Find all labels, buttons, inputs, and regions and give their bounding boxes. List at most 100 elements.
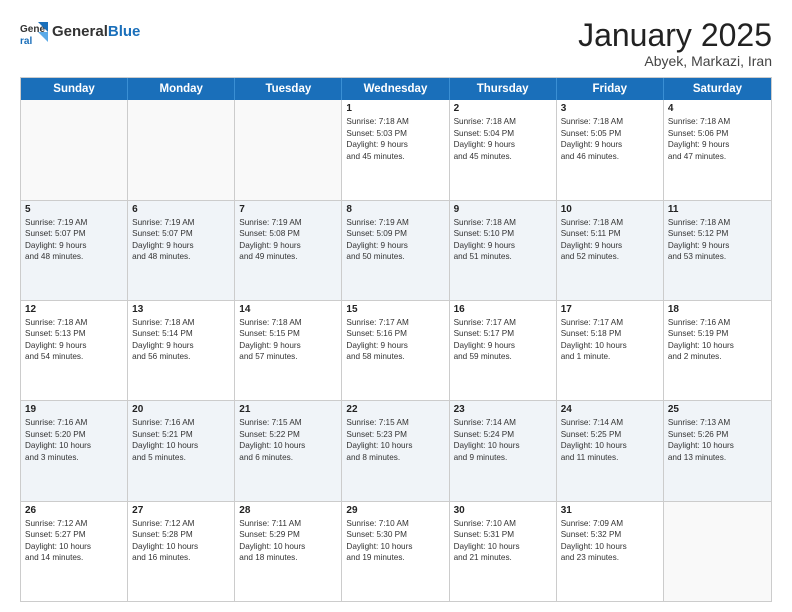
day-number: 22: [346, 404, 444, 415]
day-number: 10: [561, 204, 659, 215]
cell-info: Sunrise: 7:12 AMSunset: 5:27 PMDaylight:…: [25, 518, 123, 564]
calendar-cell: 13Sunrise: 7:18 AMSunset: 5:14 PMDayligh…: [128, 301, 235, 400]
location-subtitle: Abyek, Markazi, Iran: [578, 53, 772, 69]
cell-info: Sunrise: 7:19 AMSunset: 5:07 PMDaylight:…: [132, 217, 230, 263]
calendar-cell: 2Sunrise: 7:18 AMSunset: 5:04 PMDaylight…: [450, 100, 557, 199]
day-number: 21: [239, 404, 337, 415]
calendar-cell: 8 Sunrise: 7:19 AMSunset: 5:09 PMDaylight…: [342, 201, 449, 300]
cell-info: Sunrise: 7:10 AMSunset: 5:31 PMDaylight:…: [454, 518, 552, 564]
title-block: January 2025 Abyek, Markazi, Iran: [578, 18, 772, 69]
day-number: 14: [239, 304, 337, 315]
calendar-cell: 29Sunrise: 7:10 AMSunset: 5:30 PMDayligh…: [342, 502, 449, 601]
day-number: 27: [132, 505, 230, 516]
calendar-cell: [235, 100, 342, 199]
cell-info: Sunrise: 7:18 AMSunset: 5:12 PMDaylight:…: [668, 217, 767, 263]
cell-info: Sunrise: 7:16 AMSunset: 5:19 PMDaylight:…: [668, 317, 767, 363]
day-number: 17: [561, 304, 659, 315]
cell-info: Sunrise: 7:18 AMSunset: 5:11 PMDaylight:…: [561, 217, 659, 263]
calendar-cell: 31Sunrise: 7:09 AMSunset: 5:32 PMDayligh…: [557, 502, 664, 601]
cell-info: Sunrise: 7:17 AMSunset: 5:17 PMDaylight:…: [454, 317, 552, 363]
logo: Gene ral GeneralBlue: [20, 18, 140, 46]
day-number: 3: [561, 103, 659, 114]
logo-text: GeneralBlue: [52, 24, 140, 41]
calendar-cell: 11 Sunrise: 7:18 AMSunset: 5:12 PMDayligh…: [664, 201, 771, 300]
cell-info: Sunrise: 7:12 AMSunset: 5:28 PMDaylight:…: [132, 518, 230, 564]
calendar-cell: 14Sunrise: 7:18 AMSunset: 5:15 PMDayligh…: [235, 301, 342, 400]
calendar-cell: 22 Sunrise: 7:15 AMSunset: 5:23 PMDayligh…: [342, 401, 449, 500]
calendar-week-5: 26 Sunrise: 7:12 AMSunset: 5:27 PMDayligh…: [21, 502, 771, 601]
day-number: 24: [561, 404, 659, 415]
cell-info: Sunrise: 7:14 AMSunset: 5:24 PMDaylight:…: [454, 417, 552, 463]
day-number: 26: [25, 505, 123, 516]
cell-info: Sunrise: 7:09 AMSunset: 5:32 PMDaylight:…: [561, 518, 659, 564]
header-day-wednesday: Wednesday: [342, 78, 449, 100]
cell-info: Sunrise: 7:18 AMSunset: 5:14 PMDaylight:…: [132, 317, 230, 363]
day-number: 5: [25, 204, 123, 215]
day-number: 4: [668, 103, 767, 114]
svg-text:ral: ral: [20, 36, 32, 46]
header-day-sunday: Sunday: [21, 78, 128, 100]
calendar-cell: 12 Sunrise: 7:18 AMSunset: 5:13 PMDayligh…: [21, 301, 128, 400]
calendar-cell: 1Sunrise: 7:18 AMSunset: 5:03 PMDaylight…: [342, 100, 449, 199]
header-day-saturday: Saturday: [664, 78, 771, 100]
logo-general: General: [52, 23, 108, 40]
calendar-cell: 26 Sunrise: 7:12 AMSunset: 5:27 PMDayligh…: [21, 502, 128, 601]
cell-info: Sunrise: 7:16 AMSunset: 5:20 PMDaylight:…: [25, 417, 123, 463]
calendar-cell: 18 Sunrise: 7:16 AMSunset: 5:19 PMDayligh…: [664, 301, 771, 400]
logo-icon: Gene ral: [20, 18, 48, 46]
calendar-cell: 5Sunrise: 7:19 AMSunset: 5:07 PMDaylight…: [21, 201, 128, 300]
calendar-cell: 17 Sunrise: 7:17 AMSunset: 5:18 PMDayligh…: [557, 301, 664, 400]
day-number: 9: [454, 204, 552, 215]
cell-info: Sunrise: 7:15 AMSunset: 5:23 PMDaylight:…: [346, 417, 444, 463]
header-day-tuesday: Tuesday: [235, 78, 342, 100]
calendar-body: 1Sunrise: 7:18 AMSunset: 5:03 PMDaylight…: [21, 100, 771, 601]
calendar-cell: 15 Sunrise: 7:17 AMSunset: 5:16 PMDayligh…: [342, 301, 449, 400]
calendar-cell: 4 Sunrise: 7:18 AMSunset: 5:06 PMDaylight…: [664, 100, 771, 199]
cell-info: Sunrise: 7:18 AMSunset: 5:03 PMDaylight:…: [346, 116, 444, 162]
day-number: 28: [239, 505, 337, 516]
cell-info: Sunrise: 7:19 AMSunset: 5:08 PMDaylight:…: [239, 217, 337, 263]
calendar-week-2: 5 Sunrise: 7:19 AMSunset: 5:07 PMDaylight…: [21, 201, 771, 301]
calendar-cell: [21, 100, 128, 199]
calendar-cell: 24 Sunrise: 7:14 AMSunset: 5:25 PMDayligh…: [557, 401, 664, 500]
calendar-cell: 7 Sunrise: 7:19 AMSunset: 5:08 PMDaylight…: [235, 201, 342, 300]
day-number: 15: [346, 304, 444, 315]
logo-blue: Blue: [108, 23, 141, 40]
header: Gene ral GeneralBlue January 2025 Abyek,…: [20, 18, 772, 69]
calendar-cell: [128, 100, 235, 199]
cell-info: Sunrise: 7:17 AMSunset: 5:16 PMDaylight:…: [346, 317, 444, 363]
day-number: 20: [132, 404, 230, 415]
calendar-cell: 20 Sunrise: 7:16 AMSunset: 5:21 PMDayligh…: [128, 401, 235, 500]
day-number: 12: [25, 304, 123, 315]
calendar-cell: 30Sunrise: 7:10 AMSunset: 5:31 PMDayligh…: [450, 502, 557, 601]
calendar-cell: 21 Sunrise: 7:15 AMSunset: 5:22 PMDayligh…: [235, 401, 342, 500]
calendar-cell: 10 Sunrise: 7:18 AMSunset: 5:11 PMDayligh…: [557, 201, 664, 300]
cell-info: Sunrise: 7:16 AMSunset: 5:21 PMDaylight:…: [132, 417, 230, 463]
calendar-cell: 6Sunrise: 7:19 AMSunset: 5:07 PMDaylight…: [128, 201, 235, 300]
calendar-week-3: 12 Sunrise: 7:18 AMSunset: 5:13 PMDayligh…: [21, 301, 771, 401]
cell-info: Sunrise: 7:15 AMSunset: 5:22 PMDaylight:…: [239, 417, 337, 463]
cell-info: Sunrise: 7:14 AMSunset: 5:25 PMDaylight:…: [561, 417, 659, 463]
day-number: 29: [346, 505, 444, 516]
cell-info: Sunrise: 7:18 AMSunset: 5:06 PMDaylight:…: [668, 116, 767, 162]
calendar-cell: 9Sunrise: 7:18 AMSunset: 5:10 PMDaylight…: [450, 201, 557, 300]
day-number: 25: [668, 404, 767, 415]
day-number: 2: [454, 103, 552, 114]
day-number: 11: [668, 204, 767, 215]
header-day-friday: Friday: [557, 78, 664, 100]
page: Gene ral GeneralBlue January 2025 Abyek,…: [0, 0, 792, 612]
cell-info: Sunrise: 7:19 AMSunset: 5:09 PMDaylight:…: [346, 217, 444, 263]
calendar-cell: 27 Sunrise: 7:12 AMSunset: 5:28 PMDayligh…: [128, 502, 235, 601]
day-number: 8: [346, 204, 444, 215]
month-title: January 2025: [578, 18, 772, 53]
calendar-cell: 16Sunrise: 7:17 AMSunset: 5:17 PMDayligh…: [450, 301, 557, 400]
cell-info: Sunrise: 7:11 AMSunset: 5:29 PMDaylight:…: [239, 518, 337, 564]
calendar-week-1: 1Sunrise: 7:18 AMSunset: 5:03 PMDaylight…: [21, 100, 771, 200]
header-day-monday: Monday: [128, 78, 235, 100]
day-number: 7: [239, 204, 337, 215]
day-number: 18: [668, 304, 767, 315]
cell-info: Sunrise: 7:17 AMSunset: 5:18 PMDaylight:…: [561, 317, 659, 363]
calendar-cell: 19Sunrise: 7:16 AMSunset: 5:20 PMDayligh…: [21, 401, 128, 500]
cell-info: Sunrise: 7:13 AMSunset: 5:26 PMDaylight:…: [668, 417, 767, 463]
cell-info: Sunrise: 7:18 AMSunset: 5:13 PMDaylight:…: [25, 317, 123, 363]
